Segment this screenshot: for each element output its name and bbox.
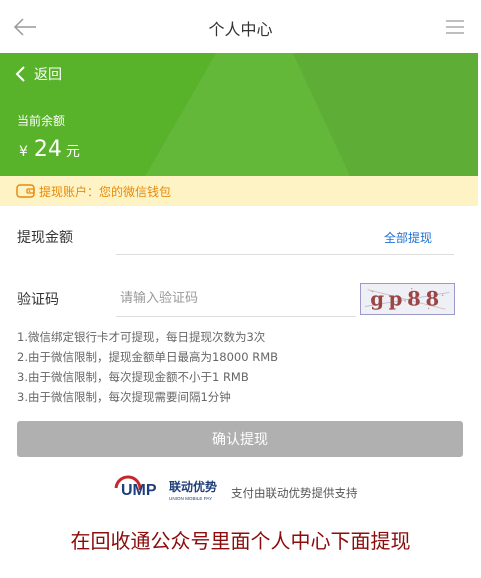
rule-item: 1.微信绑定银行卡才可提现，每日提现次数为3次 (17, 330, 266, 344)
page-title: 个人中心 (208, 20, 273, 39)
ump-logo: UMP 联动优势 UNION MOBILE PAY (114, 475, 217, 501)
captcha-image[interactable]: gp88 (360, 283, 455, 315)
notice-text: 提现账户：您的微信钱包 (39, 184, 172, 199)
amount-underline (116, 254, 454, 255)
captcha-text: gp88 (370, 288, 444, 311)
verification-code-input[interactable] (120, 286, 350, 310)
logo-en: UNION MOBILE PAY (169, 496, 212, 501)
back-button-label: 返回 (34, 67, 62, 83)
balance-amount: 24 (33, 137, 62, 162)
code-underline (116, 316, 356, 317)
hamburger-menu-icon[interactable] (446, 19, 464, 35)
logo-cn: 联动优势 (169, 479, 217, 494)
amount-label: 提现金额 (17, 230, 73, 246)
top-nav-bar: 个人中心 (0, 0, 481, 53)
payment-support-text: 支付由联动优势提供支持 (231, 486, 358, 500)
chevron-left-icon (15, 66, 25, 82)
wallet-icon (16, 184, 35, 198)
instruction-caption: 在回收通公众号里面个人中心下面提现 (70, 529, 411, 553)
balance-value: ¥ 24 元 (19, 137, 80, 162)
currency-symbol: ¥ (19, 144, 28, 160)
balance-banner: 返回 当前余额 ¥ 24 元 (0, 53, 478, 176)
withdraw-all-link[interactable]: 全部提现 (384, 229, 432, 246)
confirm-withdraw-button[interactable]: 确认提现 (17, 421, 463, 457)
rule-item: 3.由于微信限制，每次提现金额不小于1 RMB (17, 370, 249, 384)
rule-item: 2.由于微信限制，提现金额单日最高为18000 RMB (17, 350, 279, 364)
withdraw-rules: 1.微信绑定银行卡才可提现，每日提现次数为3次 2.由于微信限制，提现金额单日最… (17, 327, 278, 407)
withdraw-account-notice: 提现账户：您的微信钱包 (0, 176, 478, 206)
code-label: 验证码 (17, 292, 59, 308)
logo-text: UMP (121, 482, 157, 499)
back-button[interactable]: 返回 (14, 63, 62, 85)
balance-label: 当前余额 (17, 114, 66, 128)
rule-item: 3.由于微信限制，每次提现需要间隔1分钟 (17, 390, 231, 404)
balance-unit: 元 (65, 144, 80, 160)
